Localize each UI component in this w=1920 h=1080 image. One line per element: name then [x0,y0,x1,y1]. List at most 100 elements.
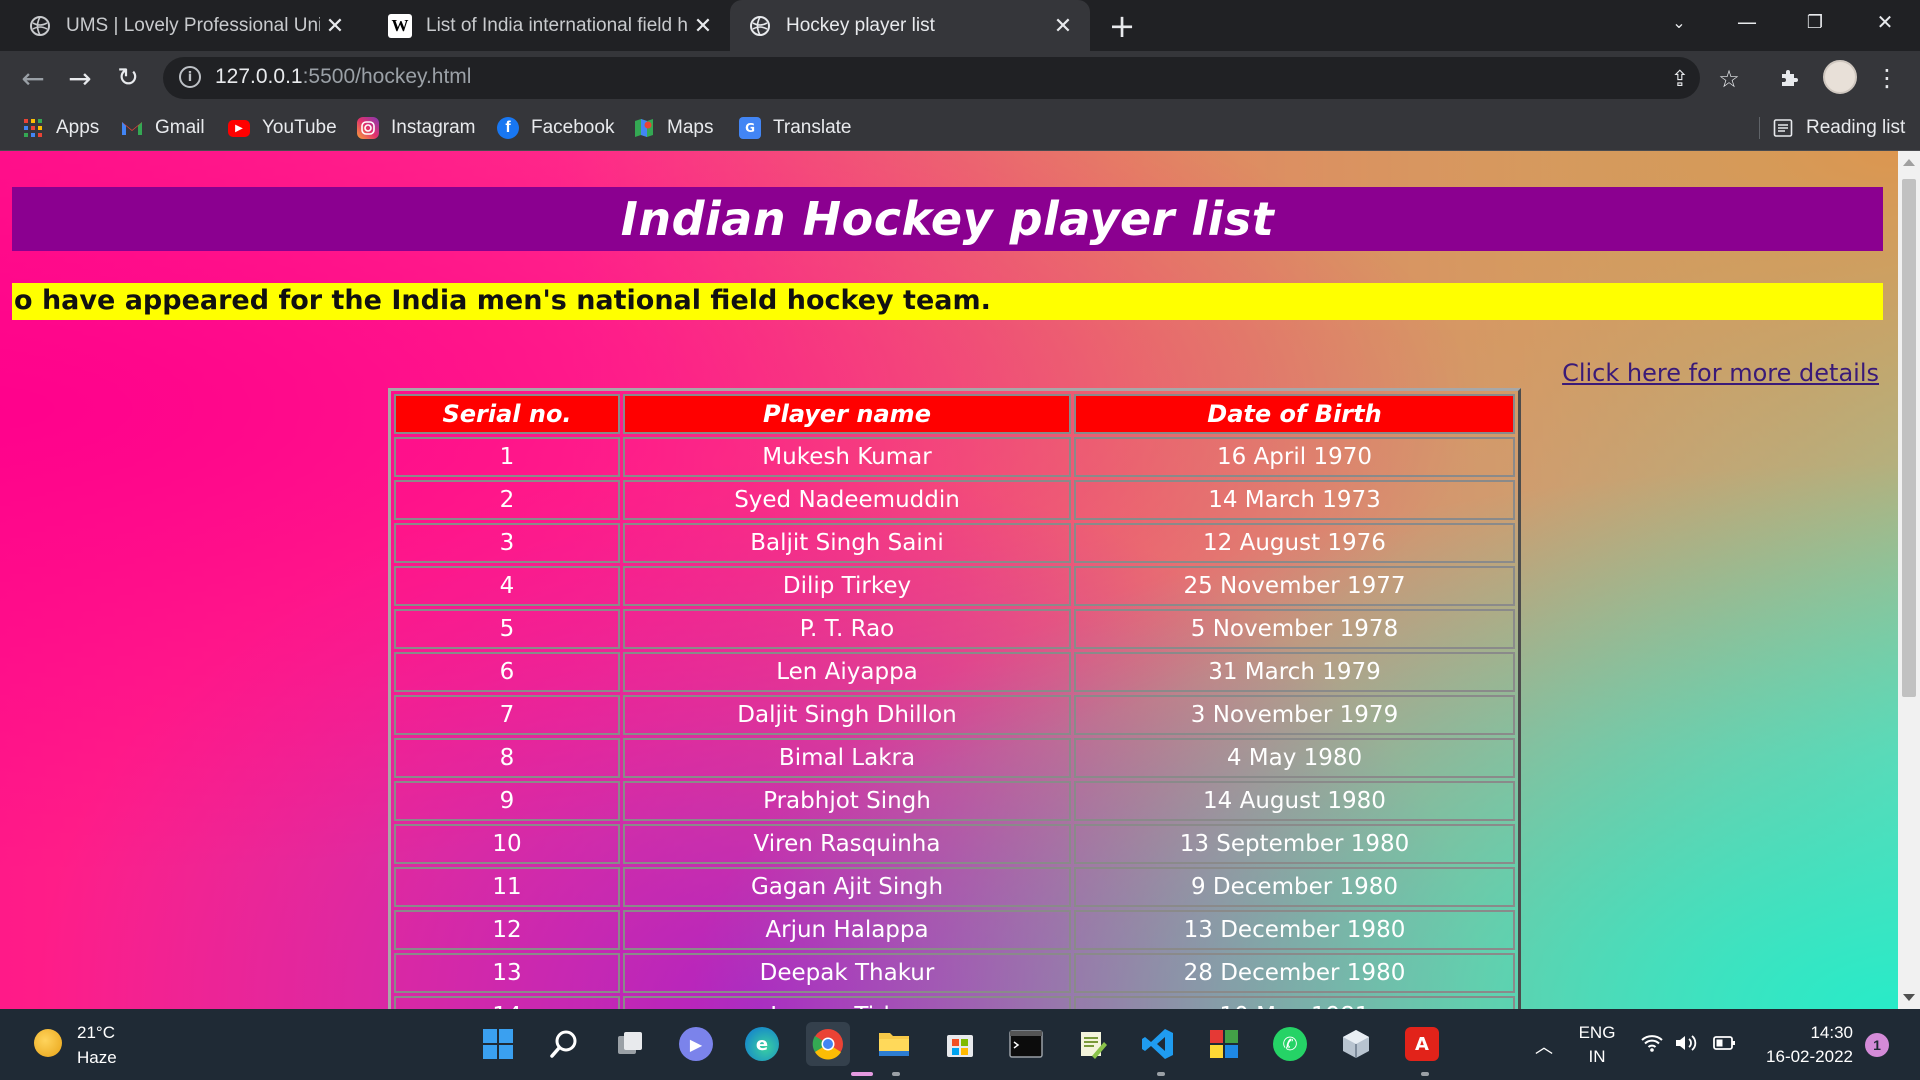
page-scrollbar[interactable] [1898,151,1920,1009]
extensions-puzzle-icon[interactable] [1771,59,1809,97]
scroll-down-arrow-icon[interactable] [1903,994,1915,1001]
clock[interactable]: 14:30 16-02-2022 [1757,1023,1853,1067]
bookmark-maps[interactable]: Maps [633,113,713,143]
restore-icon[interactable]: ❐ [1786,0,1844,44]
bookmark-star-icon[interactable]: ☆ [1715,65,1743,93]
weather-description[interactable]: Haze [77,1048,117,1068]
serial-cell: 13 [394,953,620,993]
start-windows-icon[interactable] [476,1022,520,1066]
show-hidden-icons-chevron-icon[interactable]: ︿ [1535,1033,1553,1059]
dob-cell: 5 November 1978 [1074,609,1515,649]
edge-icon: e [745,1027,779,1061]
close-tab-icon[interactable]: ✕ [1048,11,1078,41]
edge-browser-icon[interactable]: e [740,1022,784,1066]
serial-cell: 14 [394,996,620,1009]
task-view-icon[interactable] [608,1022,652,1066]
profile-avatar[interactable] [1823,60,1857,94]
notepad-plus-icon[interactable] [1070,1022,1114,1066]
player-name-cell: Deepak Thakur [623,953,1071,993]
weather-sun-icon[interactable] [34,1029,62,1057]
volume-icon[interactable] [1674,1033,1700,1058]
serial-cell: 7 [394,695,620,735]
serial-cell: 10 [394,824,620,864]
new-tab-plus-icon[interactable]: + [1104,7,1140,45]
share-icon[interactable]: ⇪ [1666,65,1694,93]
bookmark-youtube[interactable]: ▶ YouTube [228,113,337,143]
terminal-icon[interactable] [1004,1022,1048,1066]
dob-cell: 14 August 1980 [1074,781,1515,821]
dob-cell: 4 May 1980 [1074,738,1515,778]
table-row: 13 Deepak Thakur 28 December 1980 [394,953,1515,993]
player-name-cell: Daljit Singh Dhillon [623,695,1071,735]
pdf-icon: A [1405,1027,1439,1061]
virtualbox-icon[interactable] [1334,1022,1378,1066]
bookmark-instagram[interactable]: Instagram [357,113,475,143]
table-row: 6 Len Aiyappa 31 March 1979 [394,652,1515,692]
dob-cell: 3 November 1979 [1074,695,1515,735]
column-header: Player name [623,394,1071,434]
reload-icon[interactable]: ↻ [109,59,147,97]
bookmark-label: Gmail [155,117,205,138]
dob-cell: 14 March 1973 [1074,480,1515,520]
wikipedia-icon: W [388,13,412,38]
scroll-up-arrow-icon[interactable] [1903,159,1915,166]
weather-temperature[interactable]: 21°C [77,1023,115,1043]
battery-icon[interactable] [1712,1033,1738,1058]
minimize-icon[interactable]: — [1718,0,1776,44]
close-tab-icon[interactable]: ✕ [688,11,718,41]
player-name-cell: Syed Nadeemuddin [623,480,1071,520]
close-window-icon[interactable]: ✕ [1856,0,1914,44]
dob-cell: 9 December 1980 [1074,867,1515,907]
dob-cell: 10 May 1981 [1074,996,1515,1009]
vscode-icon[interactable] [1136,1022,1180,1066]
dob-cell: 13 September 1980 [1074,824,1515,864]
region-code: IN [1588,1047,1606,1066]
serial-cell: 6 [394,652,620,692]
kebab-menu-icon[interactable]: ⋮ [1868,59,1906,97]
table-row: 2 Syed Nadeemuddin 14 March 1973 [394,480,1515,520]
wifi-icon[interactable] [1640,1033,1664,1058]
running-indicator [892,1072,900,1076]
serial-cell: 2 [394,480,620,520]
tab-wikipedia[interactable]: W List of India international field ho ✕ [362,0,730,51]
tab-hockey-player-list[interactable]: Hockey player list ✕ [730,0,1090,51]
search-icon[interactable] [542,1022,586,1066]
marquee-text: o have appeared for the India men's nati… [14,285,991,316]
microsoft-store-icon[interactable] [938,1022,982,1066]
chrome-browser-icon[interactable] [806,1022,850,1066]
site-info-icon[interactable]: i [179,66,201,88]
teams-chat-icon[interactable]: ▶ [674,1022,718,1066]
notification-badge[interactable]: 1 [1865,1033,1889,1057]
scrollbar-thumb[interactable] [1902,179,1916,697]
bookmark-translate[interactable]: G Translate [739,113,852,143]
dob-cell: 13 December 1980 [1074,910,1515,950]
bookmark-gmail[interactable]: Gmail [121,113,205,143]
more-details-link[interactable]: Click here for more details [1562,359,1879,387]
table-row: 12 Arjun Halappa 13 December 1980 [394,910,1515,950]
bookmark-label: Apps [56,117,100,138]
file-explorer-icon[interactable] [872,1022,916,1066]
dob-cell: 16 April 1970 [1074,437,1515,477]
globe-icon [748,14,772,38]
back-arrow-icon[interactable]: ← [14,59,52,97]
app-grid-colored-icon[interactable] [1202,1022,1246,1066]
reading-list-button[interactable]: Reading list [1772,113,1905,143]
forward-arrow-icon[interactable]: → [61,59,99,97]
globe-icon [28,14,52,38]
bookmark-facebook[interactable]: f Facebook [497,113,614,143]
address-bar[interactable]: i 127.0.0.1:5500/hockey.html ⇪ ☆ [163,57,1740,99]
tab-search-chevron-icon[interactable]: ⌄ [1650,0,1708,44]
acrobat-reader-icon[interactable]: A [1400,1022,1444,1066]
close-tab-icon[interactable]: ✕ [320,11,350,41]
bookmark-label: Facebook [531,117,615,138]
tab-title: Hockey player list [786,14,935,36]
serial-cell: 1 [394,437,620,477]
tab-ums[interactable]: UMS | Lovely Professional Univers ✕ [0,0,362,51]
serial-cell: 3 [394,523,620,563]
dob-cell: 12 August 1976 [1074,523,1515,563]
bookmark-apps[interactable]: Apps [22,113,99,143]
player-name-cell: Len Aiyappa [623,652,1071,692]
whatsapp-icon[interactable]: ✆ [1268,1022,1312,1066]
serial-cell: 8 [394,738,620,778]
input-language[interactable]: ENG IN [1577,1023,1617,1067]
